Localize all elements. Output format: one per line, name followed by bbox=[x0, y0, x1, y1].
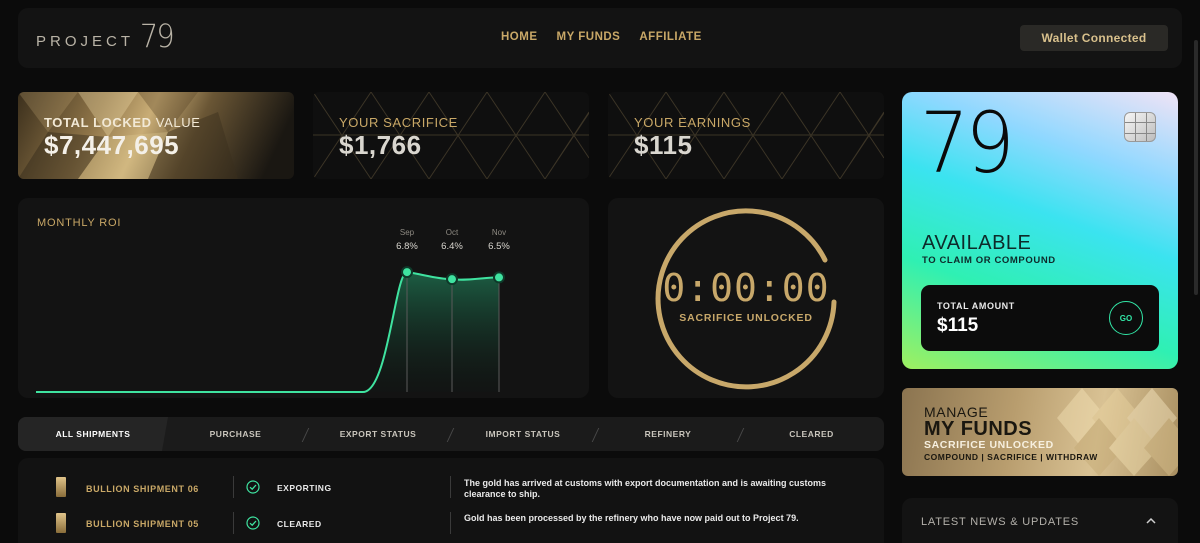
table-row[interactable]: BULLION SHIPMENT 06 EXPORTING The gold h… bbox=[18, 470, 884, 504]
available-funds-card: 79 AVAILABLE TO CLAIM OR COMPOUND TOTAL … bbox=[902, 92, 1178, 369]
column-divider bbox=[233, 512, 234, 534]
roi-month-label: Nov bbox=[492, 228, 506, 237]
shipment-description: The gold has arrived at customs with exp… bbox=[464, 478, 827, 499]
shipment-status: CLEARED bbox=[277, 519, 322, 529]
your-sacrifice-card: YOUR SACRIFICE $1,766 bbox=[313, 92, 589, 179]
sacrifice-timer-panel: 0:00:00 SACRIFICE UNLOCKED bbox=[608, 198, 884, 398]
timer-digits: 0:00:00 bbox=[662, 266, 830, 310]
main-nav: HOME MY FUNDS AFFILIATE bbox=[501, 31, 702, 43]
table-row[interactable]: BULLION SHIPMENT 05 CLEARED Gold has bee… bbox=[18, 506, 884, 540]
card-chip-icon bbox=[1124, 112, 1156, 142]
tab-export-status[interactable]: EXPORT STATUS bbox=[308, 417, 448, 451]
roi-month-label: Sep bbox=[400, 228, 415, 237]
sacrifice-label: YOUR SACRIFICE bbox=[339, 115, 458, 130]
logo[interactable]: PROJECT 79 bbox=[36, 17, 175, 55]
shipment-status: EXPORTING bbox=[277, 483, 332, 493]
manage-funds-card[interactable]: MANAGE MY FUNDS SACRIFICE UNLOCKED COMPO… bbox=[902, 388, 1178, 476]
sacrifice-value: $1,766 bbox=[339, 130, 422, 160]
available-heading: AVAILABLE bbox=[922, 232, 1032, 254]
logo-word: PROJECT bbox=[36, 33, 135, 50]
nav-affiliate[interactable]: AFFILIATE bbox=[639, 31, 701, 43]
tlv-value: $7,447,695 bbox=[44, 130, 180, 160]
roi-month-label: Oct bbox=[446, 228, 459, 237]
gold-bar-icon bbox=[56, 477, 66, 497]
shipment-name: BULLION SHIPMENT 05 bbox=[86, 519, 199, 529]
tab-all-shipments[interactable]: ALL SHIPMENTS bbox=[18, 417, 168, 451]
your-earnings-card: YOUR EARNINGS $115 bbox=[608, 92, 884, 179]
available-subtext: TO CLAIM OR COMPOUND bbox=[922, 255, 1056, 266]
nav-my-funds[interactable]: MY FUNDS bbox=[557, 31, 621, 43]
news-title: LATEST NEWS & UPDATES bbox=[921, 516, 1079, 528]
gold-bar-icon bbox=[56, 513, 66, 533]
column-divider bbox=[233, 476, 234, 498]
nav-home[interactable]: HOME bbox=[501, 31, 538, 43]
tab-cleared[interactable]: CLEARED bbox=[743, 417, 880, 451]
roi-value-label: 6.4% bbox=[441, 241, 463, 252]
go-button[interactable]: GO bbox=[1109, 301, 1143, 335]
monthly-roi-panel: MONTHLY ROI Sep 6.8% Oct 6.4% Nov 6.5% bbox=[18, 198, 589, 398]
roi-point-nov[interactable] bbox=[493, 271, 505, 284]
shipment-tabs: ALL SHIPMENTS PURCHASE EXPORT STATUS IMP… bbox=[18, 417, 884, 451]
check-circle-icon bbox=[246, 480, 260, 494]
tlv-label: TOTAL LOCKED VALUE bbox=[44, 115, 201, 130]
shipments-list: BULLION SHIPMENT 06 EXPORTING The gold h… bbox=[18, 458, 884, 543]
total-amount-box: TOTAL AMOUNT $115 GO bbox=[921, 285, 1159, 351]
roi-point-oct[interactable] bbox=[446, 273, 458, 286]
total-amount-label: TOTAL AMOUNT bbox=[937, 301, 1015, 311]
news-panel[interactable]: LATEST NEWS & UPDATES bbox=[902, 498, 1178, 543]
check-circle-icon bbox=[246, 516, 260, 530]
manage-line2: MY FUNDS bbox=[924, 418, 1033, 440]
earnings-label: YOUR EARNINGS bbox=[634, 115, 751, 130]
shipment-description: Gold has been processed by the refinery … bbox=[464, 513, 799, 523]
tab-purchase[interactable]: PURCHASE bbox=[168, 417, 303, 451]
logo-number: 79 bbox=[139, 17, 175, 55]
roi-value-label: 6.5% bbox=[488, 241, 510, 252]
page-scrollbar[interactable] bbox=[1194, 40, 1198, 295]
roi-area-fill bbox=[363, 272, 499, 392]
card-number: 79 bbox=[920, 94, 1015, 192]
manage-line3: SACRIFICE UNLOCKED bbox=[924, 439, 1054, 451]
column-divider bbox=[450, 476, 451, 498]
roi-chart: Sep 6.8% Oct 6.4% Nov 6.5% bbox=[36, 228, 510, 393]
top-header: PROJECT 79 HOME MY FUNDS AFFILIATE Walle… bbox=[18, 8, 1182, 68]
column-divider bbox=[450, 512, 451, 534]
chevron-up-icon[interactable] bbox=[1144, 514, 1158, 528]
shipment-name: BULLION SHIPMENT 06 bbox=[86, 484, 199, 494]
tab-refinery[interactable]: REFINERY bbox=[598, 417, 738, 451]
tab-import-status[interactable]: IMPORT STATUS bbox=[453, 417, 593, 451]
wallet-connected-button[interactable]: Wallet Connected bbox=[1020, 25, 1168, 51]
earnings-value: $115 bbox=[634, 130, 693, 160]
total-locked-value-card: TOTAL LOCKED VALUE $7,447,695 bbox=[18, 92, 294, 179]
roi-point-sep[interactable] bbox=[401, 266, 413, 279]
total-amount-value: $115 bbox=[937, 315, 979, 336]
timer-caption: SACRIFICE UNLOCKED bbox=[679, 312, 813, 324]
manage-line4: COMPOUND | SACRIFICE | WITHDRAW bbox=[924, 452, 1098, 462]
roi-value-label: 6.8% bbox=[396, 241, 418, 252]
